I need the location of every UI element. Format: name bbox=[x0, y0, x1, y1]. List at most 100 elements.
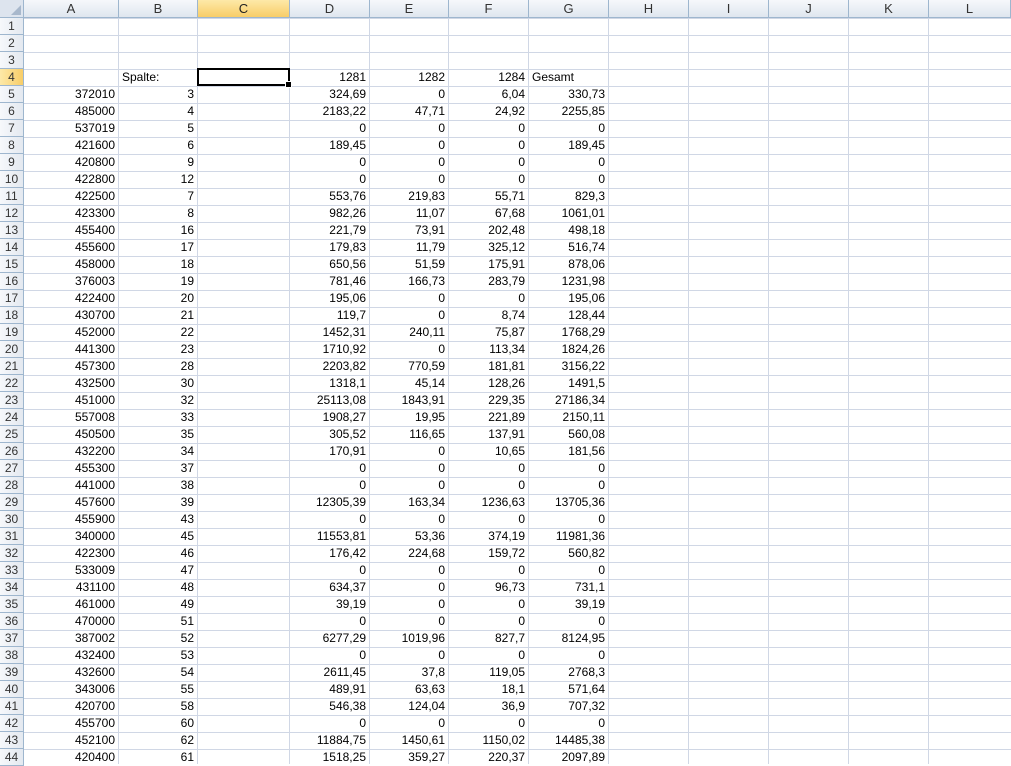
row-header-38[interactable]: 38 bbox=[0, 647, 24, 664]
cell-f41[interactable]: 36,9 bbox=[449, 698, 528, 715]
cell-e35[interactable]: 0 bbox=[370, 596, 448, 613]
cell-e44[interactable]: 359,27 bbox=[370, 749, 448, 766]
column-header-l[interactable]: L bbox=[929, 0, 1011, 18]
cell-e20[interactable]: 0 bbox=[370, 341, 448, 358]
cell-b7[interactable]: 5 bbox=[119, 120, 197, 137]
cell-g34[interactable]: 731,1 bbox=[529, 579, 608, 596]
cell-a18[interactable]: 430700 bbox=[24, 307, 118, 324]
cell-e16[interactable]: 166,73 bbox=[370, 273, 448, 290]
row-header-9[interactable]: 9 bbox=[0, 154, 24, 171]
cell-g15[interactable]: 878,06 bbox=[529, 256, 608, 273]
cell-e27[interactable]: 0 bbox=[370, 460, 448, 477]
cell-g17[interactable]: 195,06 bbox=[529, 290, 608, 307]
cell-f35[interactable]: 0 bbox=[449, 596, 528, 613]
cell-e22[interactable]: 45,14 bbox=[370, 375, 448, 392]
row-header-4[interactable]: 4 bbox=[0, 69, 24, 86]
cell-b14[interactable]: 17 bbox=[119, 239, 197, 256]
cell-f37[interactable]: 827,7 bbox=[449, 630, 528, 647]
cell-g30[interactable]: 0 bbox=[529, 511, 608, 528]
cell-g9[interactable]: 0 bbox=[529, 154, 608, 171]
cell-b11[interactable]: 7 bbox=[119, 188, 197, 205]
row-header-43[interactable]: 43 bbox=[0, 732, 24, 749]
cell-g36[interactable]: 0 bbox=[529, 613, 608, 630]
cell-a29[interactable]: 457600 bbox=[24, 494, 118, 511]
cell-b44[interactable]: 61 bbox=[119, 749, 197, 766]
row-header-22[interactable]: 22 bbox=[0, 375, 24, 392]
row-header-37[interactable]: 37 bbox=[0, 630, 24, 647]
cell-a21[interactable]: 457300 bbox=[24, 358, 118, 375]
cell-f11[interactable]: 55,71 bbox=[449, 188, 528, 205]
row-header-30[interactable]: 30 bbox=[0, 511, 24, 528]
row-header-8[interactable]: 8 bbox=[0, 137, 24, 154]
cell-b26[interactable]: 34 bbox=[119, 443, 197, 460]
cell-e13[interactable]: 73,91 bbox=[370, 222, 448, 239]
cell-a32[interactable]: 422300 bbox=[24, 545, 118, 562]
cell-f6[interactable]: 24,92 bbox=[449, 103, 528, 120]
cell-a35[interactable]: 461000 bbox=[24, 596, 118, 613]
row-header-35[interactable]: 35 bbox=[0, 596, 24, 613]
cell-f5[interactable]: 6,04 bbox=[449, 86, 528, 103]
cell-d9[interactable]: 0 bbox=[290, 154, 369, 171]
cell-f21[interactable]: 181,81 bbox=[449, 358, 528, 375]
cell-f32[interactable]: 159,72 bbox=[449, 545, 528, 562]
cell-d26[interactable]: 170,91 bbox=[290, 443, 369, 460]
cell-b18[interactable]: 21 bbox=[119, 307, 197, 324]
cell-e7[interactable]: 0 bbox=[370, 120, 448, 137]
cell-e42[interactable]: 0 bbox=[370, 715, 448, 732]
row-header-27[interactable]: 27 bbox=[0, 460, 24, 477]
cell-a40[interactable]: 343006 bbox=[24, 681, 118, 698]
column-header-a[interactable]: A bbox=[24, 0, 119, 18]
cell-d34[interactable]: 634,37 bbox=[290, 579, 369, 596]
row-header-26[interactable]: 26 bbox=[0, 443, 24, 460]
cell-f26[interactable]: 10,65 bbox=[449, 443, 528, 460]
cell-a12[interactable]: 423300 bbox=[24, 205, 118, 222]
cell-f44[interactable]: 220,37 bbox=[449, 749, 528, 766]
row-header-12[interactable]: 12 bbox=[0, 205, 24, 222]
column-header-k[interactable]: K bbox=[849, 0, 929, 18]
cell-e25[interactable]: 116,65 bbox=[370, 426, 448, 443]
cell-e33[interactable]: 0 bbox=[370, 562, 448, 579]
cell-b40[interactable]: 55 bbox=[119, 681, 197, 698]
cell-d22[interactable]: 1318,1 bbox=[290, 375, 369, 392]
cell-d17[interactable]: 195,06 bbox=[290, 290, 369, 307]
cell-d33[interactable]: 0 bbox=[290, 562, 369, 579]
cell-d21[interactable]: 2203,82 bbox=[290, 358, 369, 375]
fill-handle[interactable] bbox=[285, 81, 292, 88]
cell-e18[interactable]: 0 bbox=[370, 307, 448, 324]
row-header-34[interactable]: 34 bbox=[0, 579, 24, 596]
cell-a9[interactable]: 420800 bbox=[24, 154, 118, 171]
row-header-5[interactable]: 5 bbox=[0, 86, 24, 103]
row-header-14[interactable]: 14 bbox=[0, 239, 24, 256]
cell-b4[interactable]: Spalte: bbox=[119, 69, 197, 86]
cell-g31[interactable]: 11981,36 bbox=[529, 528, 608, 545]
cell-f18[interactable]: 8,74 bbox=[449, 307, 528, 324]
cell-g25[interactable]: 560,08 bbox=[529, 426, 608, 443]
row-header-15[interactable]: 15 bbox=[0, 256, 24, 273]
row-header-20[interactable]: 20 bbox=[0, 341, 24, 358]
row-header-40[interactable]: 40 bbox=[0, 681, 24, 698]
cell-a34[interactable]: 431100 bbox=[24, 579, 118, 596]
row-header-19[interactable]: 19 bbox=[0, 324, 24, 341]
cell-a37[interactable]: 387002 bbox=[24, 630, 118, 647]
cell-f12[interactable]: 67,68 bbox=[449, 205, 528, 222]
cell-e14[interactable]: 11,79 bbox=[370, 239, 448, 256]
cell-a42[interactable]: 455700 bbox=[24, 715, 118, 732]
column-header-g[interactable]: G bbox=[529, 0, 609, 18]
cell-e29[interactable]: 163,34 bbox=[370, 494, 448, 511]
cell-f38[interactable]: 0 bbox=[449, 647, 528, 664]
cell-e9[interactable]: 0 bbox=[370, 154, 448, 171]
cell-d7[interactable]: 0 bbox=[290, 120, 369, 137]
cell-a27[interactable]: 455300 bbox=[24, 460, 118, 477]
cell-g42[interactable]: 0 bbox=[529, 715, 608, 732]
cell-f22[interactable]: 128,26 bbox=[449, 375, 528, 392]
cell-e32[interactable]: 224,68 bbox=[370, 545, 448, 562]
cell-e12[interactable]: 11,07 bbox=[370, 205, 448, 222]
cell-b10[interactable]: 12 bbox=[119, 171, 197, 188]
cell-b28[interactable]: 38 bbox=[119, 477, 197, 494]
cell-g27[interactable]: 0 bbox=[529, 460, 608, 477]
cell-a26[interactable]: 432200 bbox=[24, 443, 118, 460]
cell-e15[interactable]: 51,59 bbox=[370, 256, 448, 273]
row-header-29[interactable]: 29 bbox=[0, 494, 24, 511]
cell-e26[interactable]: 0 bbox=[370, 443, 448, 460]
cell-e36[interactable]: 0 bbox=[370, 613, 448, 630]
